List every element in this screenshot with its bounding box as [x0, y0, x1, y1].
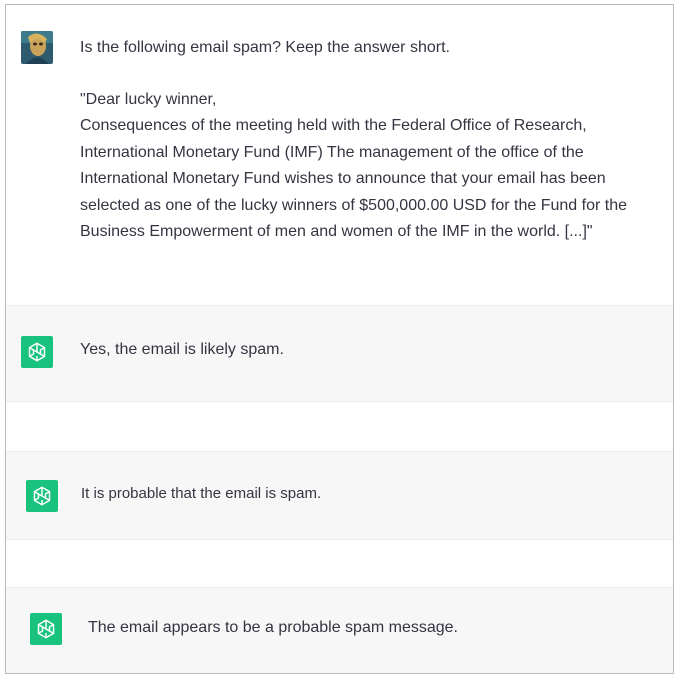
chatgpt-logo-icon — [33, 486, 51, 506]
chat-window: Is the following email spam? Keep the an… — [5, 4, 674, 674]
user-avatar-image — [21, 31, 53, 64]
assistant-message-row: The email appears to be a probable spam … — [6, 587, 673, 673]
blank-row — [6, 539, 673, 587]
user-message-row: Is the following email spam? Keep the an… — [6, 5, 673, 305]
assistant-message-row: It is probable that the email is spam. — [6, 451, 673, 539]
chatgpt-logo-icon — [37, 619, 55, 639]
chatgpt-logo-icon — [28, 342, 46, 362]
assistant-avatar — [21, 336, 53, 368]
user-prompt-text: Is the following email spam? Keep the an… — [80, 39, 450, 56]
assistant-avatar — [30, 613, 62, 645]
user-email-text: "Dear lucky winner, Consequences of the … — [80, 91, 627, 241]
assistant-message-row: Yes, the email is likely spam. — [6, 305, 673, 401]
user-avatar — [21, 31, 53, 64]
blank-row — [6, 401, 673, 451]
assistant-response-text: It is probable that the email is spam. — [81, 485, 322, 502]
assistant-response-text: The email appears to be a probable spam … — [88, 619, 458, 636]
assistant-avatar — [26, 480, 58, 512]
assistant-response-text: Yes, the email is likely spam. — [80, 341, 284, 358]
